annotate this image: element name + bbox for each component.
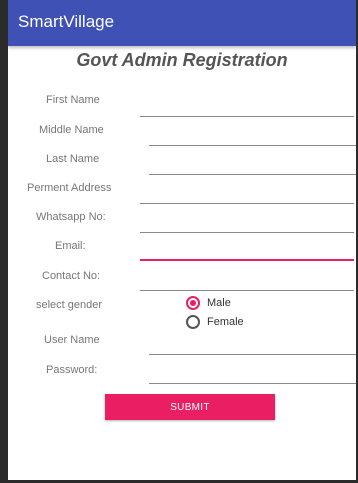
password-label: Password: <box>46 364 98 376</box>
email-label: Email: <box>55 240 86 252</box>
radio-selected-icon <box>186 296 200 310</box>
submit-button[interactable]: SUBMIT <box>105 394 275 420</box>
middle-name-field[interactable] <box>149 127 356 146</box>
app-title: SmartVillage <box>18 12 115 31</box>
contact-field[interactable] <box>140 272 354 291</box>
whatsapp-label: Whatsapp No: <box>36 211 106 223</box>
page-title: Govt Admin Registration <box>76 50 288 70</box>
address-label: Perment Address <box>27 182 112 194</box>
gender-label: select gender <box>36 299 103 311</box>
gender-option-female-label: Female <box>207 316 244 328</box>
gender-option-male-label: Male <box>207 297 231 309</box>
gender-radio-male[interactable]: Male <box>186 296 231 310</box>
username-label: User Name <box>44 334 100 346</box>
address-field[interactable] <box>140 185 354 204</box>
contact-label: Contact No: <box>42 270 101 282</box>
first-name-label: First Name <box>46 94 100 106</box>
middle-name-label: Middle Name <box>39 124 104 136</box>
app-bar: SmartVillage <box>8 0 356 46</box>
radio-unselected-icon <box>186 315 200 329</box>
gender-radio-female[interactable]: Female <box>186 315 244 329</box>
username-field[interactable] <box>149 336 356 355</box>
last-name-field[interactable] <box>149 156 356 175</box>
first-name-field[interactable] <box>140 98 354 117</box>
last-name-label: Last Name <box>46 153 100 165</box>
password-field[interactable] <box>149 365 356 384</box>
whatsapp-field[interactable] <box>140 214 354 233</box>
email-field[interactable] <box>140 241 354 261</box>
